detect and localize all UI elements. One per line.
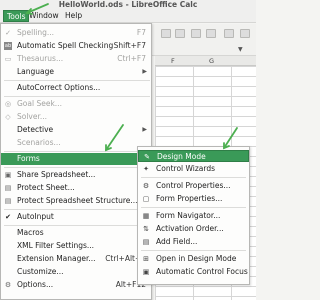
menu-item-detective[interactable]: Detective ▶ (1, 124, 151, 136)
menu-help[interactable]: Help (62, 10, 85, 22)
menu-item-language[interactable]: Language ▶ (1, 66, 151, 78)
submenu-item-design-mode[interactable]: ✎ Design Mode (138, 150, 249, 162)
menu-item-options[interactable]: ⚙ Options... Alt+F12 (1, 279, 151, 291)
gear-icon: ⚙ (142, 182, 150, 190)
submenu-item-form-properties[interactable]: ▢ Form Properties... (138, 193, 249, 205)
menu-item-customize[interactable]: Customize... (1, 266, 151, 278)
toolbar-button[interactable] (191, 29, 201, 38)
forms-submenu: ✎ Design Mode ✦ Control Wizards ⚙ Contro… (137, 146, 250, 285)
menu-item-autoinput[interactable]: ✔ AutoInput (1, 211, 151, 223)
form-icon: ▢ (142, 195, 150, 203)
menu-separator (141, 207, 246, 208)
menu-item-solver[interactable]: ◇ Solver... (1, 111, 151, 123)
column-header: F G (155, 56, 256, 66)
menu-item-xml-filter[interactable]: XML Filter Settings... (1, 240, 151, 252)
toolbar-button[interactable] (161, 29, 171, 38)
toolbar-button[interactable] (224, 29, 234, 38)
book-icon: ▭ (4, 55, 12, 63)
menu-separator (4, 80, 150, 81)
menu-separator (4, 209, 150, 210)
checkmark-icon: ✔ (5, 213, 11, 221)
menu-item-auto-spell[interactable]: ab Automatic Spell Checking Shift+F7 (1, 40, 151, 52)
menu-separator (4, 167, 150, 168)
menu-separator (4, 225, 150, 226)
tools-menu: ✓ Spelling... F7 ab Automatic Spell Chec… (0, 23, 152, 300)
submenu-item-control-wizards[interactable]: ✦ Control Wizards (138, 163, 249, 175)
lock-icon: ▤ (4, 184, 12, 192)
column-header-label[interactable]: G (209, 56, 214, 66)
submenu-arrow-icon: ▶ (142, 68, 147, 75)
column-header-label[interactable]: F (171, 56, 175, 66)
window-title: HelloWorld.ods - LibreOffice Calc (58, 0, 198, 9)
menu-item-extension-manager[interactable]: Extension Manager... Ctrl+Alt+E (1, 253, 151, 265)
title-bar: HelloWorld.ods - LibreOffice Calc (0, 0, 256, 9)
spellcheck-icon: ✓ (5, 29, 11, 37)
menu-item-thesaurus[interactable]: ▭ Thesaurus... Ctrl+F7 (1, 53, 151, 65)
abc-icon: ab (4, 42, 12, 50)
target-icon: ◎ (4, 100, 12, 108)
menu-item-goal-seek[interactable]: ◎ Goal Seek... (1, 98, 151, 110)
submenu-item-activation-order[interactable]: ⇅ Activation Order... (138, 223, 249, 235)
submenu-item-form-navigator[interactable]: ▦ Form Navigator... (138, 210, 249, 222)
menu-bar: Tools Window Help (0, 9, 256, 23)
menu-window[interactable]: Window (26, 10, 62, 22)
add-field-icon: ▤ (142, 238, 150, 246)
design-mode-icon: ✎ (144, 153, 150, 161)
order-icon: ⇅ (143, 225, 149, 233)
submenu-item-auto-control-focus[interactable]: ▣ Automatic Control Focus (138, 266, 249, 278)
chevron-down-icon[interactable]: ▼ (238, 46, 243, 53)
menu-item-scenarios[interactable]: Scenarios... (1, 137, 151, 149)
menu-item-forms[interactable]: Forms ▶ (1, 153, 151, 165)
design-icon: ⊞ (143, 255, 149, 263)
submenu-arrow-icon: ▶ (142, 126, 147, 133)
gear-icon: ⚙ (4, 281, 12, 289)
toolbar-button[interactable] (240, 29, 250, 38)
menu-item-spelling[interactable]: ✓ Spelling... F7 (1, 27, 151, 39)
wand-icon: ✦ (143, 165, 149, 173)
solver-icon: ◇ (5, 113, 11, 121)
menu-item-share-spreadsheet[interactable]: ▣ Share Spreadsheet... (1, 169, 151, 181)
menu-separator (4, 151, 150, 152)
menu-separator (141, 250, 246, 251)
menu-separator (141, 177, 246, 178)
menu-item-protect-sheet[interactable]: ▤ Protect Sheet... (1, 182, 151, 194)
submenu-item-control-properties[interactable]: ⚙ Control Properties... (138, 180, 249, 192)
toolbar-button[interactable] (175, 29, 185, 38)
menu-item-protect-structure[interactable]: ▤ Protect Spreadsheet Structure... (1, 195, 151, 207)
toolbar-button[interactable] (206, 29, 216, 38)
menu-item-autocorrect[interactable]: AutoCorrect Options... (1, 82, 151, 94)
lock-icon: ▤ (4, 197, 12, 205)
submenu-item-add-field[interactable]: ▤ Add Field... (138, 236, 249, 248)
focus-icon: ▣ (142, 268, 150, 276)
navigator-icon: ▦ (142, 212, 150, 220)
submenu-item-open-design-mode[interactable]: ⊞ Open in Design Mode (138, 253, 249, 265)
menu-item-macros[interactable]: Macros ▶ (1, 227, 151, 239)
menu-separator (4, 96, 150, 97)
share-icon: ▣ (4, 171, 12, 179)
